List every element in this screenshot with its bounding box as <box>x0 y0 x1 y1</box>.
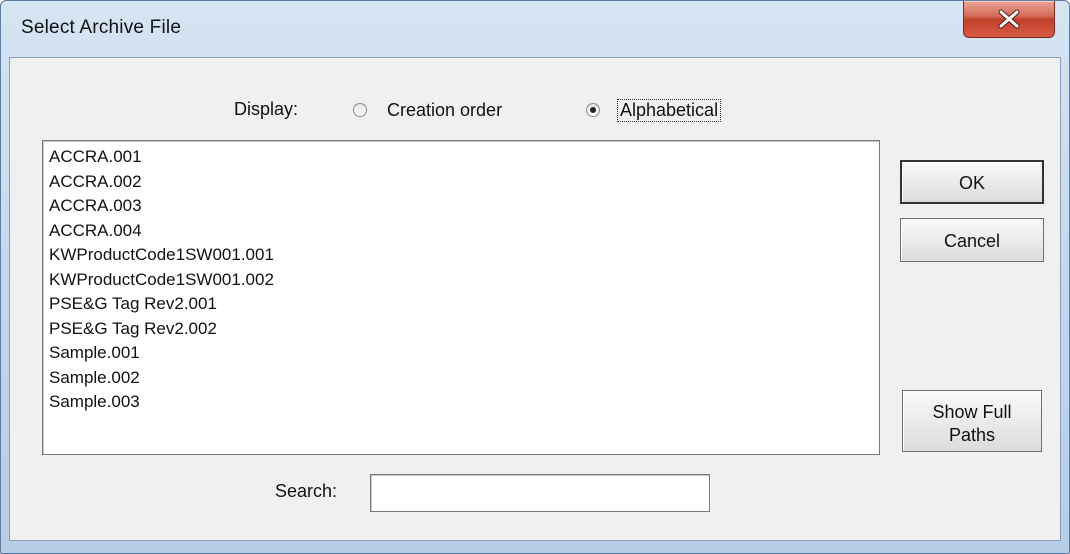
list-item[interactable]: ACCRA.002 <box>49 170 879 195</box>
radio-alphabetical[interactable]: Alphabetical <box>586 98 722 122</box>
window-title: Select Archive File <box>21 17 182 38</box>
list-item[interactable]: Sample.001 <box>49 341 879 366</box>
list-item[interactable]: Sample.002 <box>49 366 879 391</box>
radio-alphabetical-label[interactable]: Alphabetical <box>616 98 722 122</box>
close-button[interactable] <box>963 1 1055 38</box>
list-item[interactable]: ACCRA.003 <box>49 194 879 219</box>
cancel-button[interactable]: Cancel <box>900 218 1044 262</box>
radio-creation-order[interactable]: Creation order <box>353 98 504 122</box>
search-label: Search: <box>275 481 338 501</box>
dialog-window: Select Archive File Display: Creation or… <box>0 0 1070 554</box>
radio-creation-order-circle[interactable] <box>353 103 367 117</box>
radio-alphabetical-circle[interactable] <box>586 103 600 117</box>
archive-file-list[interactable]: ACCRA.001 ACCRA.002 ACCRA.003 ACCRA.004 KWPr… <box>42 140 880 455</box>
show-full-paths-label-line2: Paths <box>948 425 996 445</box>
search-input[interactable] <box>370 474 710 512</box>
list-item[interactable]: PSE&G Tag Rev2.001 <box>49 292 879 317</box>
list-item[interactable]: Sample.003 <box>49 390 879 415</box>
show-full-paths-label-line1: Show Full <box>932 402 1012 422</box>
list-item[interactable]: KWProductCode1SW001.001 <box>49 243 879 268</box>
dialog-client-area: Display: Creation order Alphabetical ACC… <box>9 57 1061 541</box>
title-bar[interactable]: Select Archive File <box>1 1 1069 57</box>
close-icon <box>998 9 1020 29</box>
ok-button[interactable]: OK <box>900 160 1044 204</box>
list-item[interactable]: PSE&G Tag Rev2.002 <box>49 317 879 342</box>
list-item[interactable]: KWProductCode1SW001.002 <box>49 268 879 293</box>
list-item[interactable]: ACCRA.004 <box>49 219 879 244</box>
list-item[interactable]: ACCRA.001 <box>49 145 879 170</box>
show-full-paths-button[interactable]: Show Full Paths <box>902 390 1042 452</box>
radio-creation-order-label[interactable]: Creation order <box>385 100 504 121</box>
display-label: Display: <box>234 99 299 119</box>
